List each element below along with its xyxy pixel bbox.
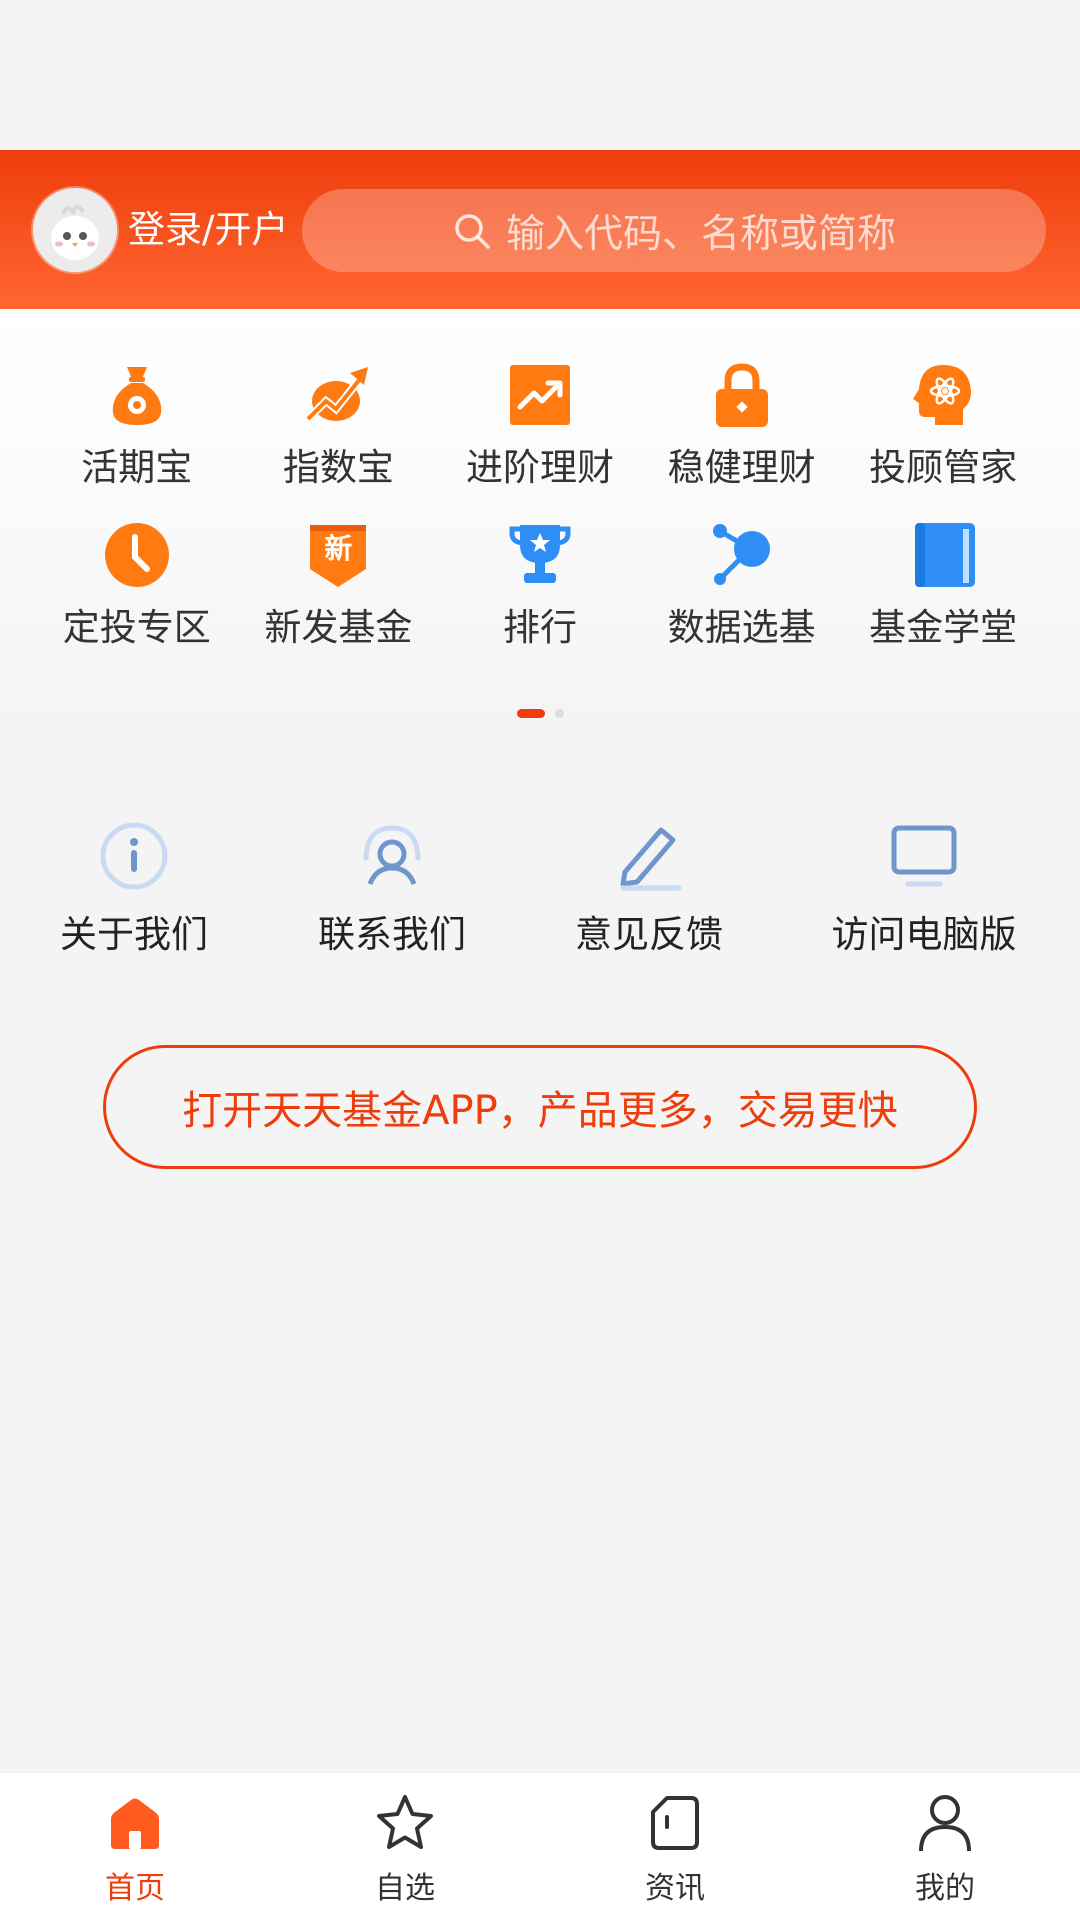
- home-icon: [111, 1798, 159, 1849]
- page-dot-active[interactable]: [516, 709, 545, 718]
- login-register-link[interactable]: 登录/开户: [128, 205, 288, 255]
- desktop-version-link[interactable]: 访问电脑版: [822, 820, 1026, 960]
- contact-us-label: 联系我们: [318, 913, 466, 956]
- book-icon: [915, 523, 976, 587]
- grid-item-label: 排行: [502, 606, 577, 649]
- feedback-label: 意见反馈: [575, 913, 723, 956]
- grid-item-huoqibao[interactable]: 活期宝: [36, 359, 238, 493]
- clock-icon: [104, 523, 169, 587]
- bottom-tab-bar: 首页 自选 资讯 我的: [0, 1772, 1080, 1920]
- desktop-version-label: 访问电脑版: [831, 913, 1017, 956]
- grid-item-label: 定投专区: [62, 606, 211, 649]
- tab-label: 自选: [375, 1871, 435, 1906]
- grid-item-zhishubao[interactable]: 指数宝: [238, 359, 440, 493]
- grid-item-label: 稳健理财: [667, 446, 816, 489]
- data-nodes-icon: [712, 524, 770, 585]
- tab-label: 资讯: [645, 1871, 705, 1906]
- header-bar: 登录/开户 输入代码、名称或简称: [0, 150, 1080, 309]
- grid-item-xinfajijin[interactable]: 新 新发基金: [238, 519, 440, 653]
- grid-item-label: 指数宝: [282, 446, 394, 489]
- grid-item-label: 数据选基: [667, 606, 816, 649]
- about-us-label: 关于我们: [60, 913, 208, 956]
- info-links: 关于我们 联系我们 意见反馈 访问电脑版: [0, 820, 1080, 970]
- user-icon: [919, 1795, 971, 1852]
- chart-up-icon: [509, 365, 570, 425]
- tab-watchlist[interactable]: 自选: [345, 1793, 465, 1907]
- feedback-link[interactable]: 意见反馈: [567, 820, 731, 960]
- monitor-icon: [891, 825, 957, 887]
- page-indicator: [0, 709, 1080, 718]
- grid-item-label: 投顾管家: [869, 446, 1018, 489]
- open-app-button[interactable]: 打开天天基金APP，产品更多，交易更快: [103, 1045, 977, 1169]
- grid-item-jinjielicai[interactable]: 进阶理财: [439, 359, 641, 493]
- search-placeholder: 输入代码、名称或简称: [505, 211, 896, 257]
- tab-label: 我的: [915, 1871, 975, 1906]
- grid-item-shujuxuanji[interactable]: 数据选基: [641, 519, 843, 653]
- grid-item-label: 新发基金: [264, 606, 413, 649]
- about-us-link[interactable]: 关于我们: [52, 820, 216, 960]
- feature-grid: 活期宝 指数宝 进阶理财 稳健理财 投顾管家 定投专区 新 新发基金 排行 数据…: [36, 359, 1044, 653]
- tab-home[interactable]: 首页: [75, 1793, 195, 1907]
- lock-icon: [715, 363, 768, 427]
- page-dot[interactable]: [554, 709, 564, 718]
- trophy-icon: [509, 525, 571, 583]
- brain-icon: [913, 365, 972, 425]
- avatar-icon: [33, 188, 117, 272]
- grid-item-dingtouzhuanqu[interactable]: 定投专区: [36, 519, 238, 653]
- search-box[interactable]: 输入代码、名称或简称: [302, 189, 1046, 272]
- star-icon: [377, 1795, 433, 1849]
- grid-item-jijinxuetang[interactable]: 基金学堂: [842, 519, 1044, 653]
- new-badge-text: 新: [324, 532, 353, 565]
- tab-label: 首页: [105, 1871, 165, 1906]
- trend-up-icon: [305, 367, 369, 422]
- page: 登录/开户 输入代码、名称或简称 活期宝 指数宝 进阶理财 稳健理财 投顾管家 …: [0, 0, 1080, 1920]
- info-icon: [100, 822, 168, 890]
- grid-item-label: 活期宝: [81, 446, 193, 489]
- grid-item-paihang[interactable]: 排行: [439, 519, 641, 653]
- money-bag-icon: [112, 367, 161, 425]
- contact-us-link[interactable]: 联系我们: [310, 820, 474, 960]
- feature-grid-area: 活期宝 指数宝 进阶理财 稳健理财 投顾管家 定投专区 新 新发基金 排行 数据…: [0, 309, 1080, 729]
- tab-mine[interactable]: 我的: [885, 1793, 1005, 1907]
- grid-item-tougupanjia[interactable]: 投顾管家: [842, 359, 1044, 493]
- contact-icon: [363, 825, 421, 885]
- pencil-icon: [620, 827, 682, 891]
- tab-news[interactable]: 资讯: [615, 1793, 735, 1907]
- open-app-label: 打开天天基金APP，产品更多，交易更快: [182, 1088, 898, 1134]
- grid-item-wenjianlicai[interactable]: 稳健理财: [641, 359, 843, 493]
- search-icon: [455, 213, 490, 249]
- grid-item-label: 基金学堂: [869, 606, 1018, 649]
- avatar[interactable]: [33, 188, 117, 272]
- grid-item-label: 进阶理财: [465, 446, 614, 489]
- news-icon: [651, 1796, 699, 1850]
